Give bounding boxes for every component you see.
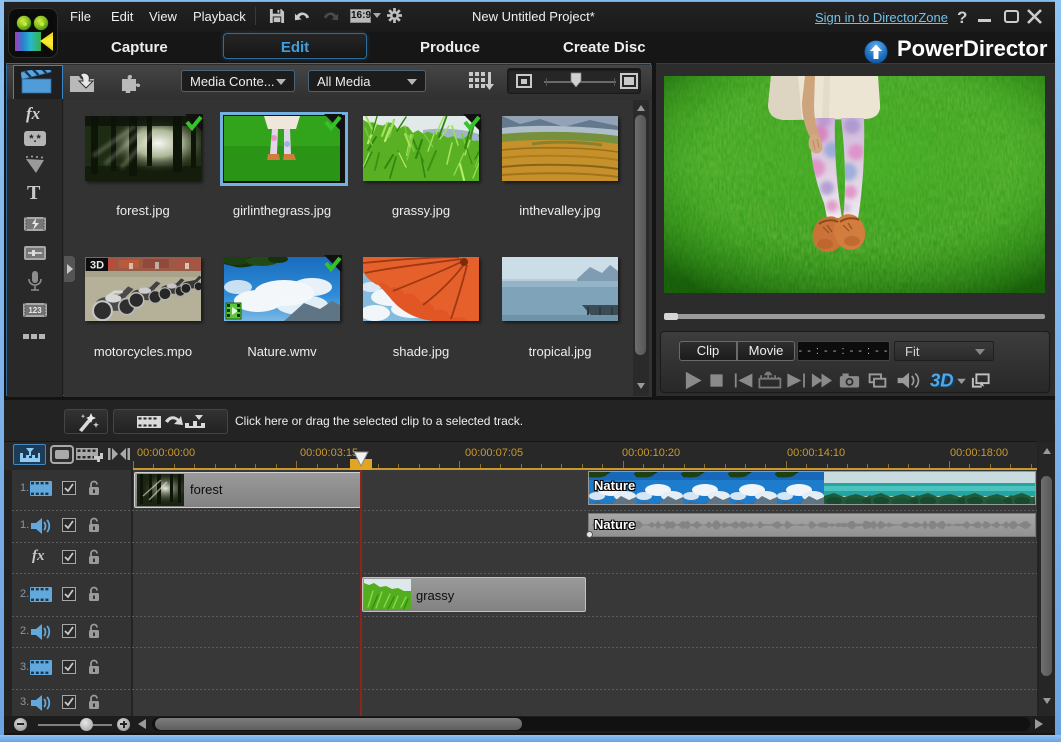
svg-text:*.*: *.* xyxy=(29,133,41,145)
svg-text:3D: 3D xyxy=(930,370,953,391)
svg-text:3D: 3D xyxy=(90,260,104,272)
svg-text:123: 123 xyxy=(28,306,42,315)
